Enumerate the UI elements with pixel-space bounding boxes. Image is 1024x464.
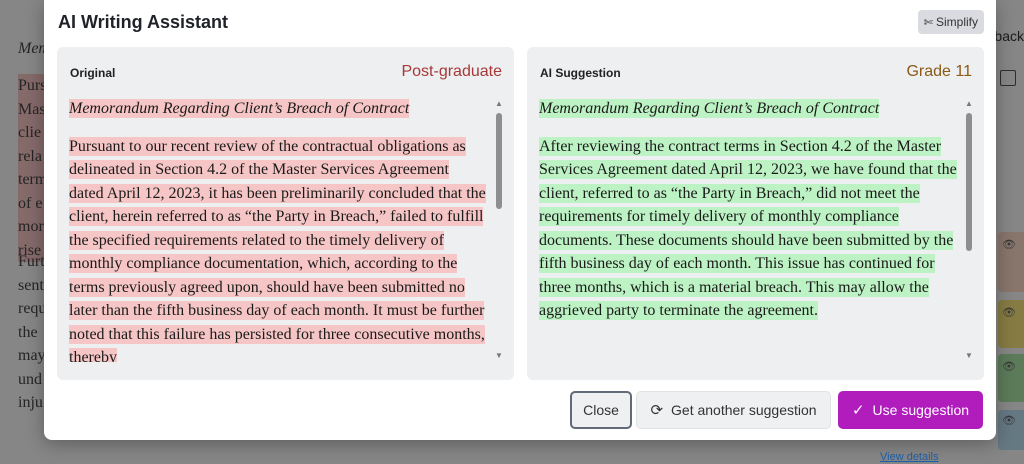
check-icon: ✓ xyxy=(851,402,865,419)
magic-wand-icon: ✄ xyxy=(923,16,933,29)
original-panel: Original Post-graduate Memorandum Regard… xyxy=(57,47,514,380)
suggestion-body: After reviewing the contract terms in Se… xyxy=(539,136,957,320)
scroll-down-icon[interactable]: ▼ xyxy=(494,351,504,361)
suggestion-label: AI Suggestion xyxy=(540,66,621,80)
use-suggestion-button[interactable]: ✓ Use suggestion xyxy=(838,391,983,429)
get-another-suggestion-button[interactable]: ⟳ Get another suggestion xyxy=(636,391,831,429)
original-doc-title: Memorandum Regarding Client’s Breach of … xyxy=(69,99,410,118)
refresh-icon: ⟳ xyxy=(650,402,664,419)
modal-title: AI Writing Assistant xyxy=(58,12,229,32)
original-text: Memorandum Regarding Client’s Breach of … xyxy=(69,97,487,362)
suggestion-panel: AI Suggestion Grade 11 Memorandum Regard… xyxy=(527,47,984,380)
simplify-button[interactable]: ✄ Simplify xyxy=(917,10,984,34)
scroll-up-icon[interactable]: ▲ xyxy=(964,99,974,109)
simplify-label: Simplify xyxy=(935,15,978,29)
original-scrollbar[interactable]: ▲ ▼ xyxy=(494,99,504,361)
view-details-link: View details xyxy=(880,451,939,463)
scroll-up-icon[interactable]: ▲ xyxy=(494,99,504,109)
scrollbar-thumb[interactable] xyxy=(496,113,502,209)
suggestion-text: Memorandum Regarding Client’s Breach of … xyxy=(539,97,957,362)
suggestion-scrollbar[interactable]: ▲ ▼ xyxy=(964,99,974,361)
suggestion-doc-title: Memorandum Regarding Client’s Breach of … xyxy=(539,99,880,118)
ai-writing-assistant-modal: AI Writing Assistant ✄ Simplify Original… xyxy=(44,0,996,440)
scrollbar-thumb[interactable] xyxy=(966,113,972,251)
original-label: Original xyxy=(70,66,116,80)
original-reading-level: Post-graduate xyxy=(401,63,502,80)
close-button[interactable]: Close xyxy=(570,391,632,429)
scroll-down-icon[interactable]: ▼ xyxy=(964,351,974,361)
suggestion-reading-level: Grade 11 xyxy=(906,63,972,80)
original-body: Pursuant to our recent review of the con… xyxy=(69,135,487,362)
